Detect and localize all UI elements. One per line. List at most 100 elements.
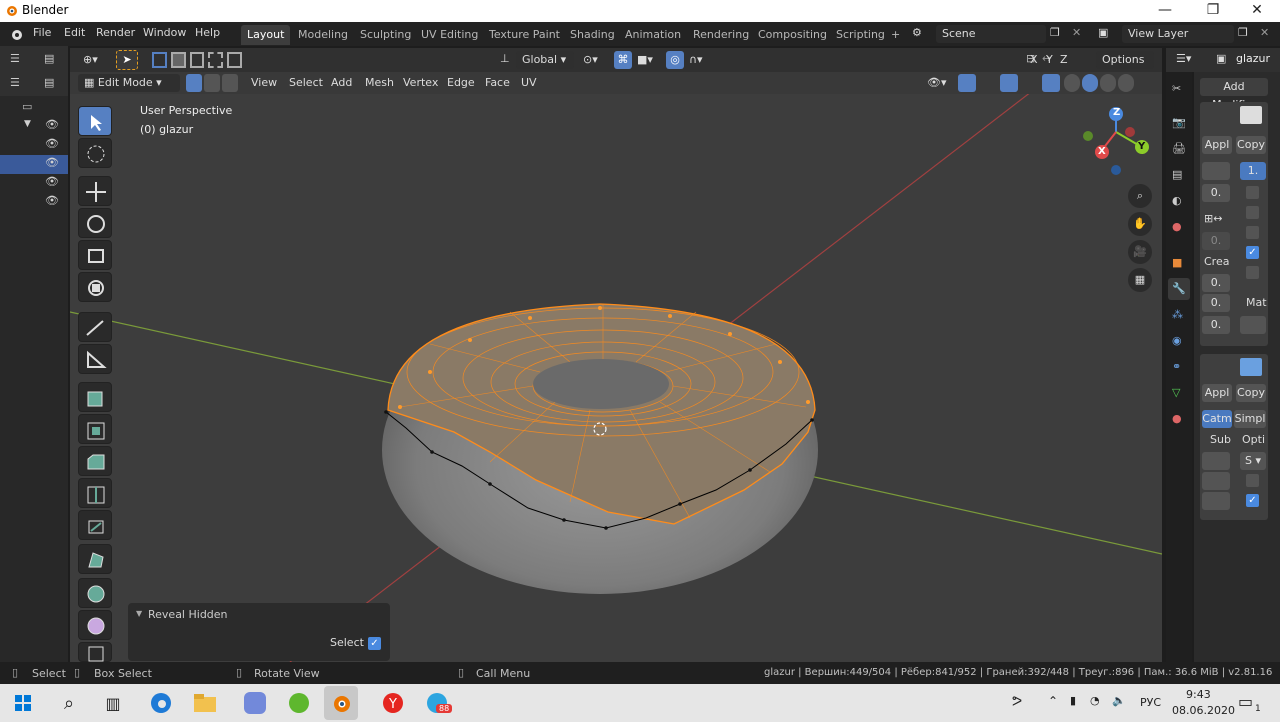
tool-knife[interactable] — [78, 510, 112, 540]
editor-type-icon[interactable]: ⊕▾ — [78, 51, 103, 69]
eye-icon[interactable]: 👁 — [45, 194, 59, 207]
gizmo-toggle-icon[interactable] — [958, 74, 976, 92]
boolean-icon[interactable]: ⊞↔ — [1204, 212, 1222, 225]
discord-icon[interactable] — [238, 686, 272, 720]
select-invert-icon[interactable] — [208, 52, 224, 68]
show-hidden-icons[interactable]: ⌃ — [1048, 694, 1058, 708]
copy-button-2[interactable]: Copy — [1236, 384, 1266, 402]
eye-icon[interactable]: 👁 — [45, 137, 59, 150]
copy-scene-icon[interactable]: ❐ — [1050, 26, 1060, 39]
menu-file[interactable]: File — [33, 26, 51, 39]
face-select-icon[interactable] — [222, 74, 238, 92]
value-field-c[interactable]: 0. — [1202, 274, 1230, 292]
edge-browser-icon[interactable] — [144, 686, 178, 720]
tool-spin[interactable] — [78, 578, 112, 608]
checkbox-d[interactable]: ✓ — [1246, 246, 1259, 259]
menu-help[interactable]: Help — [195, 26, 220, 39]
snap-target-icon[interactable]: ■▾ — [632, 51, 658, 69]
tool-extrude[interactable] — [78, 382, 112, 412]
collapse-icon[interactable]: ▼ — [136, 609, 142, 618]
axis-x-toggle[interactable]: X — [1024, 51, 1038, 69]
outliner-row-5[interactable]: 👁 — [0, 193, 68, 212]
close-button[interactable]: ✕ — [1234, 0, 1280, 22]
tab-sculpting[interactable]: Sculpting — [354, 25, 417, 45]
view-layer-field[interactable]: View Layer — [1122, 25, 1234, 43]
falloff-icon[interactable]: ∩▾ — [684, 51, 708, 69]
select-subtract-icon[interactable] — [189, 52, 205, 68]
scene-tab-icon[interactable]: ◐ — [1172, 194, 1182, 207]
tool-smooth[interactable] — [78, 610, 112, 640]
pan-hand-icon[interactable]: ✋ — [1128, 212, 1152, 236]
tool-move[interactable] — [78, 176, 112, 206]
menu-select[interactable]: Select — [284, 74, 328, 92]
checkbox-a[interactable] — [1246, 186, 1259, 199]
tool-poly-build[interactable] — [78, 544, 112, 574]
modifier-tab-icon[interactable]: 🔧 — [1168, 278, 1190, 300]
render-levels-field[interactable] — [1202, 472, 1230, 490]
wireframe-shading-icon[interactable] — [1064, 74, 1080, 92]
select-extend-icon[interactable] — [170, 52, 186, 68]
tool-scale[interactable] — [78, 240, 112, 270]
usb-icon[interactable]: ▮ — [1070, 694, 1076, 707]
network-icon[interactable]: ◔ — [1090, 694, 1100, 707]
tool-annotate[interactable] — [78, 312, 112, 342]
tool-inset[interactable] — [78, 414, 112, 444]
tab-texture-paint[interactable]: Texture Paint — [483, 25, 566, 45]
menu-render[interactable]: Render — [96, 26, 135, 39]
redo-panel-title[interactable]: Reveal Hidden — [148, 608, 228, 621]
tool-rotate[interactable] — [78, 208, 112, 238]
tab-animation[interactable]: Animation — [619, 25, 687, 45]
add-workspace-button[interactable]: + — [885, 25, 906, 45]
view-layer-icon[interactable]: ▣ — [1098, 26, 1108, 39]
checkbox-b[interactable] — [1246, 206, 1259, 219]
people-icon[interactable]: ᕗ — [1012, 694, 1022, 710]
modifier-field-1[interactable] — [1202, 162, 1230, 180]
tool-shear[interactable] — [78, 642, 112, 662]
solid-shading-icon[interactable] — [1082, 74, 1098, 92]
material-tab-icon[interactable]: ● — [1172, 412, 1182, 425]
editor-type-icon-2[interactable]: ☰ — [10, 76, 20, 89]
physics-tab-icon[interactable]: ◉ — [1172, 334, 1182, 347]
checkbox-e[interactable] — [1246, 266, 1259, 279]
gizmo-x-label[interactable]: X — [1098, 146, 1106, 157]
menu-face[interactable]: Face — [480, 74, 515, 92]
select-tool-icon[interactable]: ➤ — [116, 50, 138, 70]
copy-button[interactable]: Copy — [1236, 136, 1266, 154]
select-intersect-icon[interactable] — [227, 52, 242, 68]
tab-uv-editing[interactable]: UV Editing — [415, 25, 484, 45]
zoom-icon[interactable]: ⌕ — [1128, 184, 1152, 208]
edge-select-icon[interactable] — [204, 74, 220, 92]
catmull-clark-button[interactable]: Catm — [1202, 410, 1232, 428]
material-shading-icon[interactable] — [1100, 74, 1116, 92]
yandex-browser-icon[interactable]: Y — [376, 686, 410, 720]
tool-loop-cut[interactable] — [78, 478, 112, 508]
checkbox-g[interactable]: ✓ — [1246, 494, 1259, 507]
menu-vertex[interactable]: Vertex — [398, 74, 443, 92]
notification-icon[interactable]: ▭ — [1238, 692, 1253, 711]
eye-icon[interactable]: 👁 — [45, 156, 59, 169]
remove-view-layer-icon[interactable]: ✕ — [1260, 26, 1269, 39]
axis-z-toggle[interactable]: Z — [1054, 51, 1068, 69]
menu-edge[interactable]: Edge — [442, 74, 480, 92]
orientation-dropdown[interactable]: Global ▾ — [516, 51, 574, 69]
editor-type-icon[interactable]: ☰ — [10, 52, 20, 65]
camera-icon[interactable]: 🎥 — [1128, 240, 1152, 264]
quality-dropdown[interactable]: S ▾ — [1240, 452, 1266, 470]
blender-menu-icon[interactable] — [8, 26, 24, 42]
object-tab-icon[interactable]: ■ — [1172, 256, 1182, 269]
constraints-tab-icon[interactable]: ⚭ — [1172, 360, 1181, 373]
task-view-icon[interactable]: ▥ — [96, 686, 130, 720]
apply-button[interactable]: Appl — [1202, 136, 1232, 154]
visibility-icon[interactable]: 👁▾ — [922, 74, 952, 92]
menu-edit[interactable]: Edit — [64, 26, 85, 39]
clock-date[interactable]: 08.06.2020 — [1172, 704, 1235, 717]
tab-layout[interactable]: Layout — [241, 25, 291, 45]
vertex-select-icon[interactable] — [186, 74, 202, 92]
material-field[interactable] — [1240, 316, 1266, 334]
scene-field[interactable]: Scene — [936, 25, 1046, 43]
clock-time[interactable]: 9:43 — [1186, 688, 1211, 701]
tab-shading[interactable]: Shading — [564, 25, 621, 45]
eye-icon[interactable]: 👁 — [45, 118, 59, 131]
select-new-icon[interactable] — [152, 52, 167, 68]
menu-view[interactable]: View — [246, 74, 282, 92]
